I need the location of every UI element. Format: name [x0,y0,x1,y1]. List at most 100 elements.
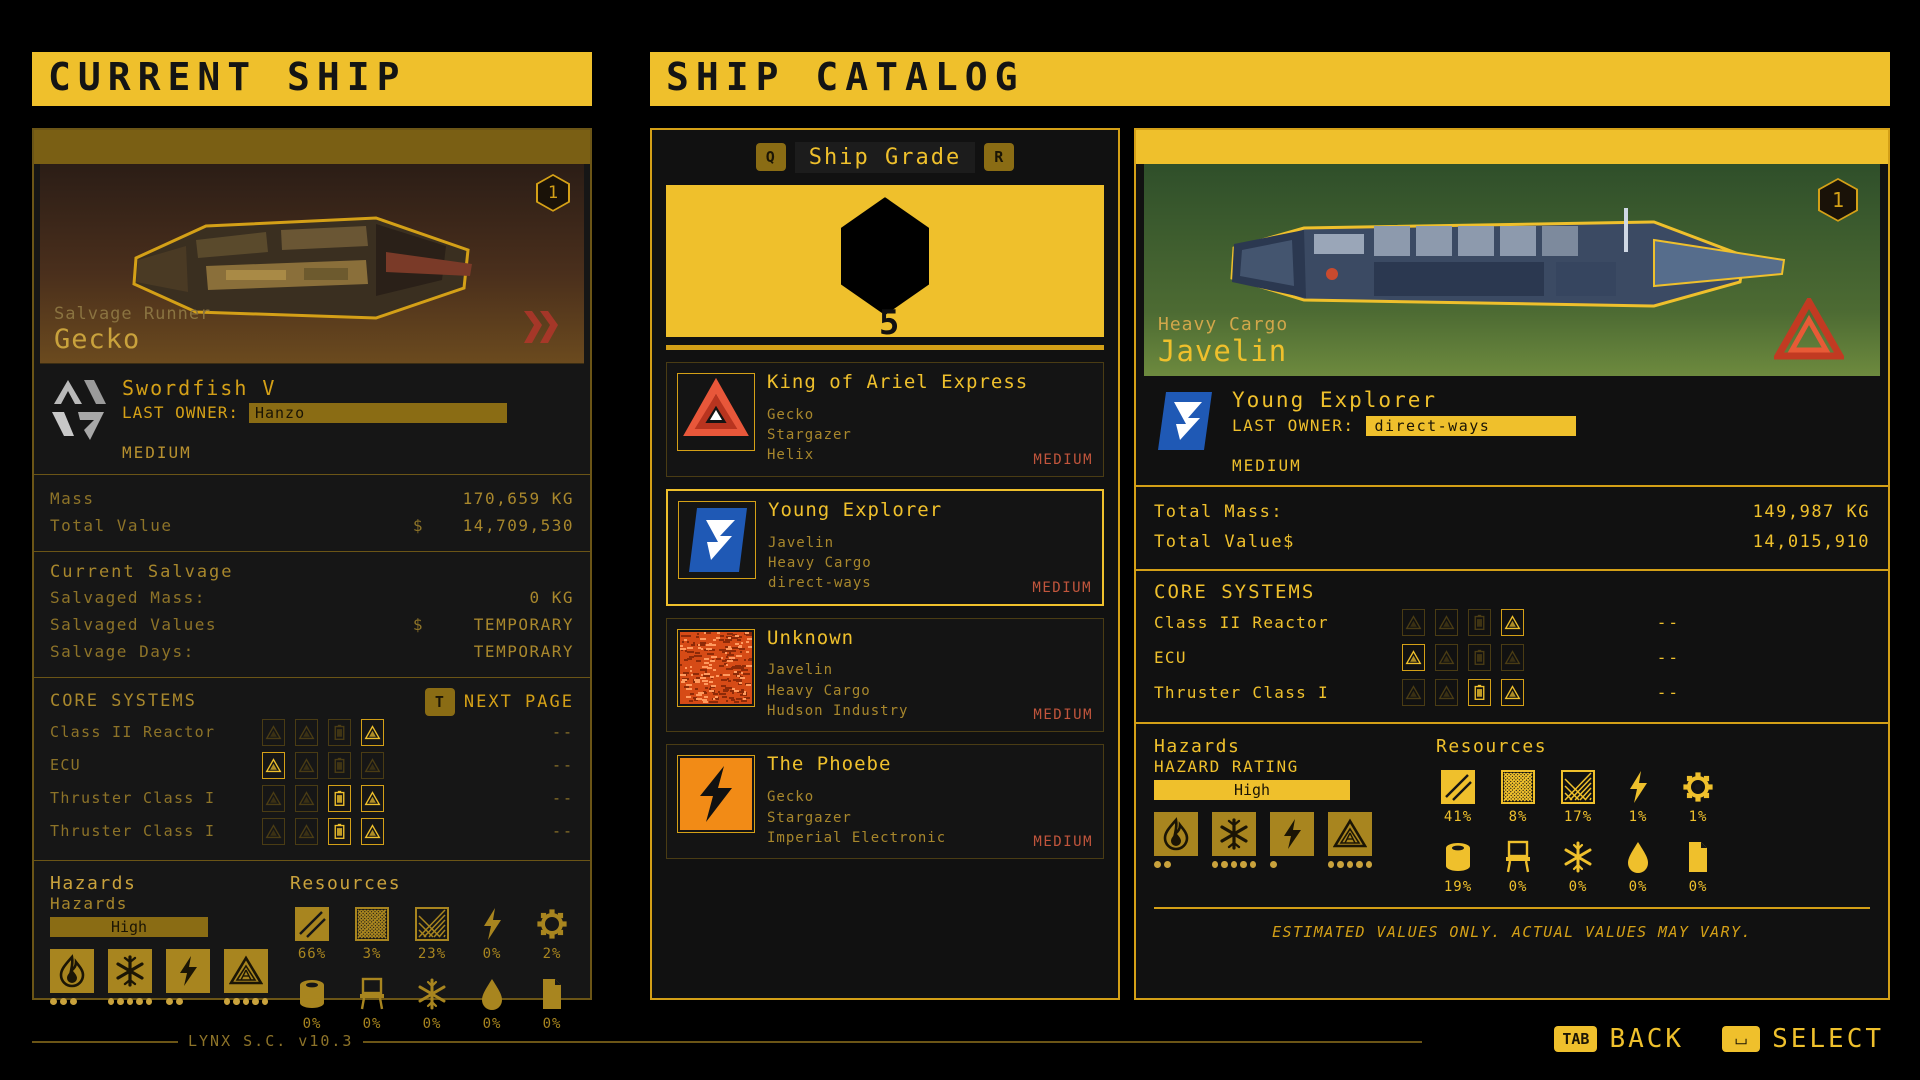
core-system-name: Thruster Class I [50,789,262,807]
resource-percent: 3% [350,946,394,962]
hazard-icons [50,949,270,1005]
radiation-icon [1328,812,1372,856]
snowflake-icon [412,974,452,1014]
current-ship-core-systems: CORE SYSTEMS T NEXT PAGE Class II Reacto… [34,677,590,860]
core-slot-off-tri [1435,679,1458,706]
stat-value: 0 KG [424,588,574,607]
blue-flag-logo-icon [1152,388,1218,454]
core-slot-on-tri [361,719,384,746]
hazards-title: Hazards [50,873,270,894]
core-slot-off-bat [328,719,351,746]
stat-value: TEMPORARY [424,642,574,661]
core-slot-off-tri [295,752,318,779]
core-slot-on-bat [328,785,351,812]
hazard-level-dots [1270,861,1314,868]
resource-cell: 0% [1496,837,1540,895]
resource-percent: 0% [1676,879,1720,895]
detail-top-strip [1136,130,1888,164]
core-slot-on-tri [262,752,285,779]
core-slot-off-tri [1402,679,1425,706]
detail-hazard-icons [1154,812,1404,868]
grade-prev-key[interactable]: Q [756,143,786,171]
core-slot-off-tri [361,752,384,779]
detail-art-label: Heavy Cargo Javelin [1158,314,1288,368]
grade-next-key[interactable]: R [984,143,1014,171]
resource-cell: 2% [530,904,574,962]
snowflake-icon [1558,837,1598,877]
table-row: Total Mass: 149,987 KG [1154,497,1870,527]
detail-core-systems-list: Class II Reactor -- ECU -- Thruster Clas… [1154,605,1870,710]
back-keycap: TAB [1554,1026,1597,1052]
metal-plate-icon [292,904,332,944]
resource-percent: 2% [530,946,574,962]
version-label: LYNX S.C. v10.3 [178,1032,363,1050]
detail-hazard-rating-bar: High [1154,780,1350,800]
detail-grade-badge-value: 1 [1832,188,1844,212]
document-icon [532,974,572,1014]
core-system-row: Thruster Class I -- [50,782,574,815]
hazard-level-dots [108,998,152,1005]
detail-ship-class: Heavy Cargo [1158,314,1288,335]
detail-hazards-title: Hazards [1154,736,1404,757]
catalog-list-item[interactable]: Young Explorer Javelin Heavy Cargo direct-… [666,489,1104,606]
catalog-item-name: King of Ariel Express [767,373,1093,393]
barrel-icon [1438,837,1478,877]
catalog-item-class: MEDIUM [1033,452,1093,468]
core-system-name: ECU [1154,648,1402,667]
hazard-cell [1154,812,1198,868]
current-ship-panel: CURRENT SHIP 1 Salvage Runner Gecko Swor… [32,52,592,1000]
detail-owner-row: Young Explorer LAST OWNER: direct-ways M… [1136,376,1888,485]
catalog-list-item[interactable]: The Phoebe Gecko Stargazer Imperial Electr… [666,744,1104,859]
catalog-list-panel: Q Ship Grade R 5 King of Ariel Express G… [650,128,1120,1000]
table-row: Salvaged Values $ TEMPORARY [50,611,574,638]
stat-value: TEMPORARY [424,615,574,634]
select-button[interactable]: ⌴ SELECT [1722,1024,1884,1054]
grade-divider [666,345,1104,350]
core-slot-on-tri [361,818,384,845]
resource-cell: 41% [1436,767,1480,825]
next-page-button[interactable]: T NEXT PAGE [425,688,574,716]
current-ship-art-label: Salvage Runner Gecko [54,304,211,355]
resource-percent: 8% [1496,809,1540,825]
current-ship-owner-row: Swordfish V LAST OWNER: Hanzo MEDIUM [34,364,590,474]
gear-icon [1678,767,1718,807]
core-system-row: Class II Reactor -- [50,716,574,749]
current-ship-last-owner: LAST OWNER: Hanzo [122,403,578,423]
core-slot-on-tri [1501,609,1524,636]
current-salvage-section: Current Salvage Salvaged Mass: 0 KG Salv… [34,551,590,677]
grade-value: 5 [879,303,899,343]
back-label: BACK [1609,1024,1684,1054]
catalog-list-item[interactable]: King of Ariel Express Gecko Stargazer Heli… [666,362,1104,477]
stat-value: 149,987 KG [1753,502,1870,522]
resource-cell: 1% [1676,767,1720,825]
hazard-cell [166,949,210,1005]
hazard-cell [50,949,94,1005]
detail-owner-lines: Young Explorer LAST OWNER: direct-ways M… [1232,388,1576,475]
detail-ship-artwork: 1 Heavy Cargo Javelin [1144,164,1880,376]
faction-emblem-icon [48,374,110,462]
core-system-name: Class II Reactor [50,723,262,741]
select-label: SELECT [1772,1024,1884,1054]
resource-cell: 19% [1436,837,1480,895]
stat-label: Mass [50,489,372,508]
droplet-icon [1618,837,1658,877]
core-system-value: -- [1657,648,1870,667]
core-slot-off-tri [1501,644,1524,671]
glass-icon [412,904,452,944]
resource-cell: 0% [1616,837,1660,895]
resource-percent: 23% [410,946,454,962]
back-button[interactable]: TAB BACK [1554,1024,1684,1054]
droplet-icon [472,974,512,1014]
catalog-list-item[interactable]: Unknown Javelin Heavy Cargo Hudson Industr… [666,618,1104,733]
core-system-row: Thruster Class I -- [50,815,574,848]
detail-hazards-resources: Hazards HAZARD RATING High Resources 41%… [1136,722,1888,907]
core-slot-off-tri [262,719,285,746]
core-slot-off-bat [1468,644,1491,671]
core-system-slots [1402,679,1524,706]
core-slot-off-tri [1402,609,1425,636]
current-ship-name: Swordfish V [122,376,578,400]
catalog-item-class: MEDIUM [1033,834,1093,850]
stat-value: 14,015,910 [1753,532,1870,552]
mesh-icon [352,904,392,944]
core-system-value: -- [552,756,574,774]
